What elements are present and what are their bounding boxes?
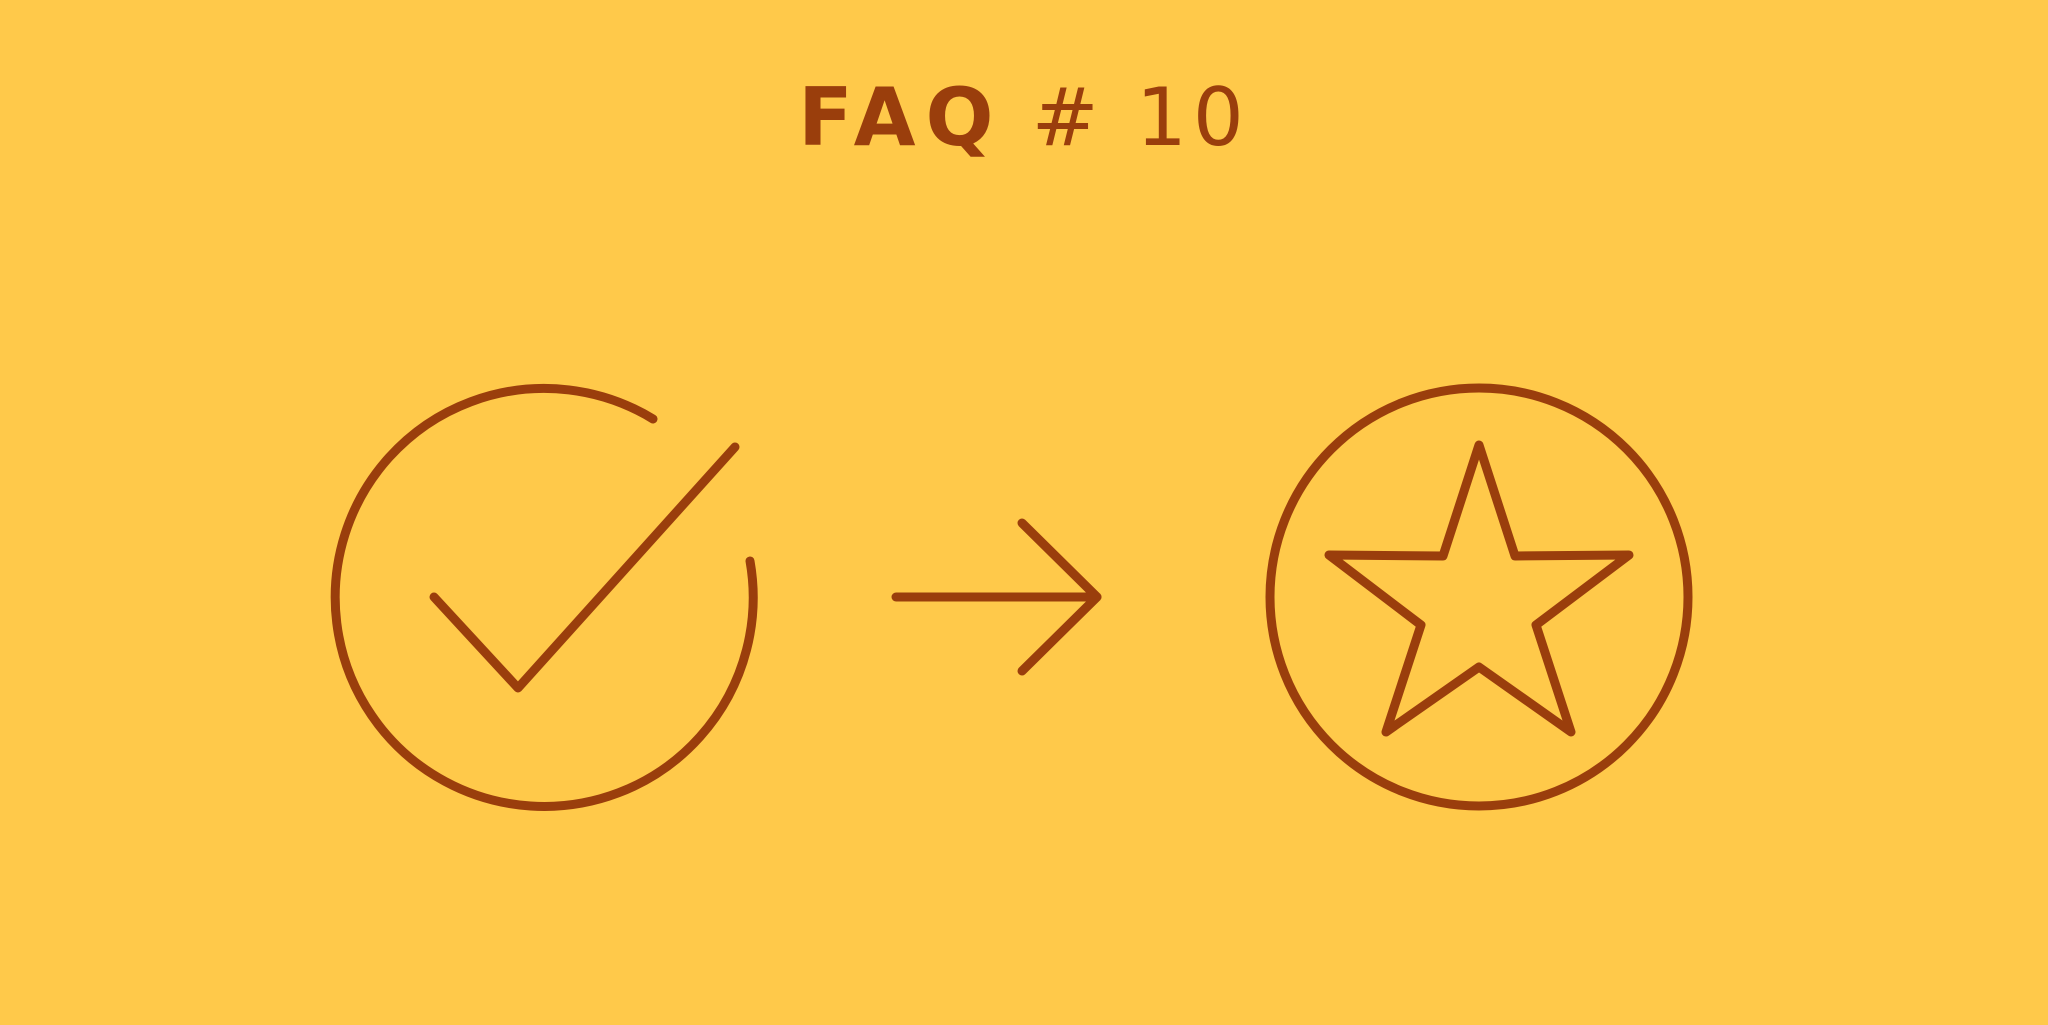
icon-row (330, 383, 1693, 811)
check-circle-arc (330, 384, 758, 811)
star-circle-icon (1265, 383, 1693, 811)
check-mark (429, 442, 740, 693)
arrow-right-icon (891, 518, 1102, 676)
check-circle-icon (330, 384, 758, 811)
star-shape (1324, 440, 1634, 737)
banner: FAQ # 10 (0, 0, 2048, 1025)
